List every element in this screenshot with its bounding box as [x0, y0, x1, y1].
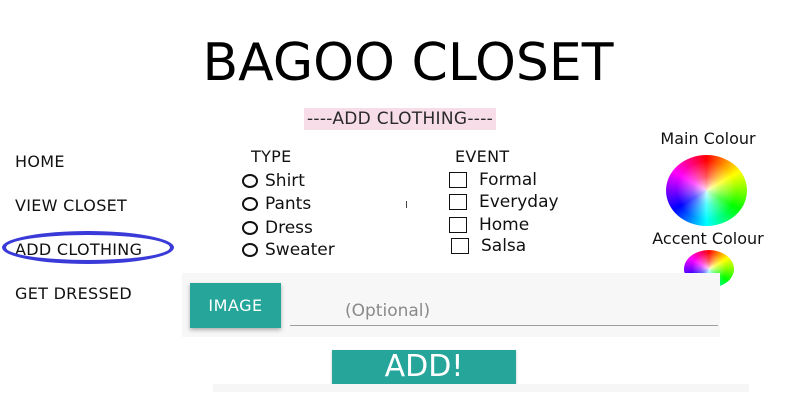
radio-button[interactable] — [242, 197, 258, 211]
event-option-salsa[interactable]: Salsa — [451, 236, 526, 256]
footer-strip — [213, 384, 749, 392]
type-option-shirt[interactable]: Shirt — [242, 171, 305, 191]
nav-item-get-dressed[interactable]: GET DRESSED — [15, 284, 132, 303]
event-option-label: Everyday — [479, 192, 559, 212]
type-option-dress[interactable]: Dress — [242, 218, 313, 238]
nav-item-view-closet[interactable]: VIEW CLOSET — [15, 196, 127, 215]
image-path-input[interactable] — [290, 296, 718, 326]
event-option-home[interactable]: Home — [449, 215, 529, 235]
event-option-everyday[interactable]: Everyday — [449, 192, 559, 212]
type-heading: TYPE — [251, 147, 292, 166]
main-colour-wheel[interactable] — [666, 155, 747, 226]
event-option-label: Home — [479, 215, 530, 235]
type-option-pants[interactable]: Pants — [242, 194, 311, 214]
radio-button[interactable] — [242, 174, 258, 188]
event-option-formal[interactable]: Formal — [449, 170, 537, 190]
active-nav-highlight — [2, 231, 174, 264]
add-button[interactable]: ADD! — [332, 350, 516, 384]
image-upload-button[interactable]: IMAGE — [190, 283, 281, 328]
checkbox[interactable] — [449, 194, 467, 210]
checkbox[interactable] — [451, 238, 469, 254]
event-option-label: Formal — [479, 170, 537, 190]
type-option-label: Pants — [265, 194, 312, 214]
divider-tick — [406, 201, 407, 208]
radio-button[interactable] — [242, 243, 258, 257]
nav-item-home[interactable]: HOME — [15, 152, 65, 171]
event-option-label: Salsa — [481, 236, 527, 256]
section-subtitle: ----ADD CLOTHING---- — [304, 108, 497, 130]
checkbox[interactable] — [449, 172, 467, 188]
checkbox[interactable] — [449, 217, 467, 233]
type-option-label: Dress — [265, 218, 313, 238]
type-option-label: Shirt — [265, 171, 305, 191]
event-heading: EVENT — [455, 147, 510, 166]
radio-button[interactable] — [242, 221, 258, 235]
main-colour-label: Main Colour — [660, 129, 756, 148]
page-title: BAGOO CLOSET — [202, 33, 614, 93]
type-option-sweater[interactable]: Sweater — [242, 240, 335, 260]
accent-colour-label: Accent Colour — [652, 229, 764, 248]
type-option-label: Sweater — [265, 240, 335, 260]
